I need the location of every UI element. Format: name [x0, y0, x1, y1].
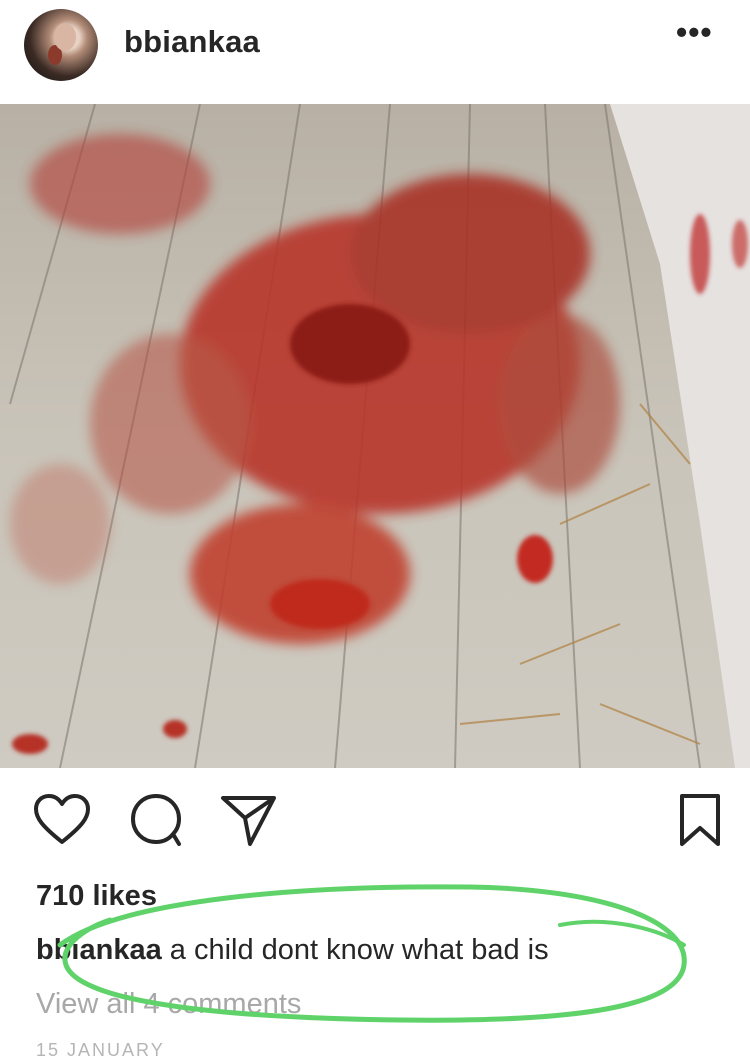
- avatar[interactable]: [24, 9, 98, 81]
- comment-icon[interactable]: [126, 790, 186, 850]
- bookmark-icon[interactable]: [670, 790, 730, 850]
- post-caption: bbiankaa a child dont know what bad is: [36, 934, 549, 967]
- caption-text: a child dont know what bad is: [169, 934, 549, 966]
- more-options-icon[interactable]: •••: [676, 16, 713, 48]
- send-icon[interactable]: [218, 790, 278, 850]
- likes-count[interactable]: 710 likes: [36, 880, 157, 913]
- caption-username[interactable]: bbiankaa: [36, 934, 162, 966]
- heart-icon[interactable]: [32, 790, 92, 850]
- post-header: bbiankaa •••: [0, 0, 750, 104]
- post-photo[interactable]: [0, 104, 750, 768]
- post-username[interactable]: bbiankaa: [124, 24, 260, 60]
- post-actions: [0, 790, 750, 860]
- view-comments-link[interactable]: View all 4 comments: [36, 988, 301, 1021]
